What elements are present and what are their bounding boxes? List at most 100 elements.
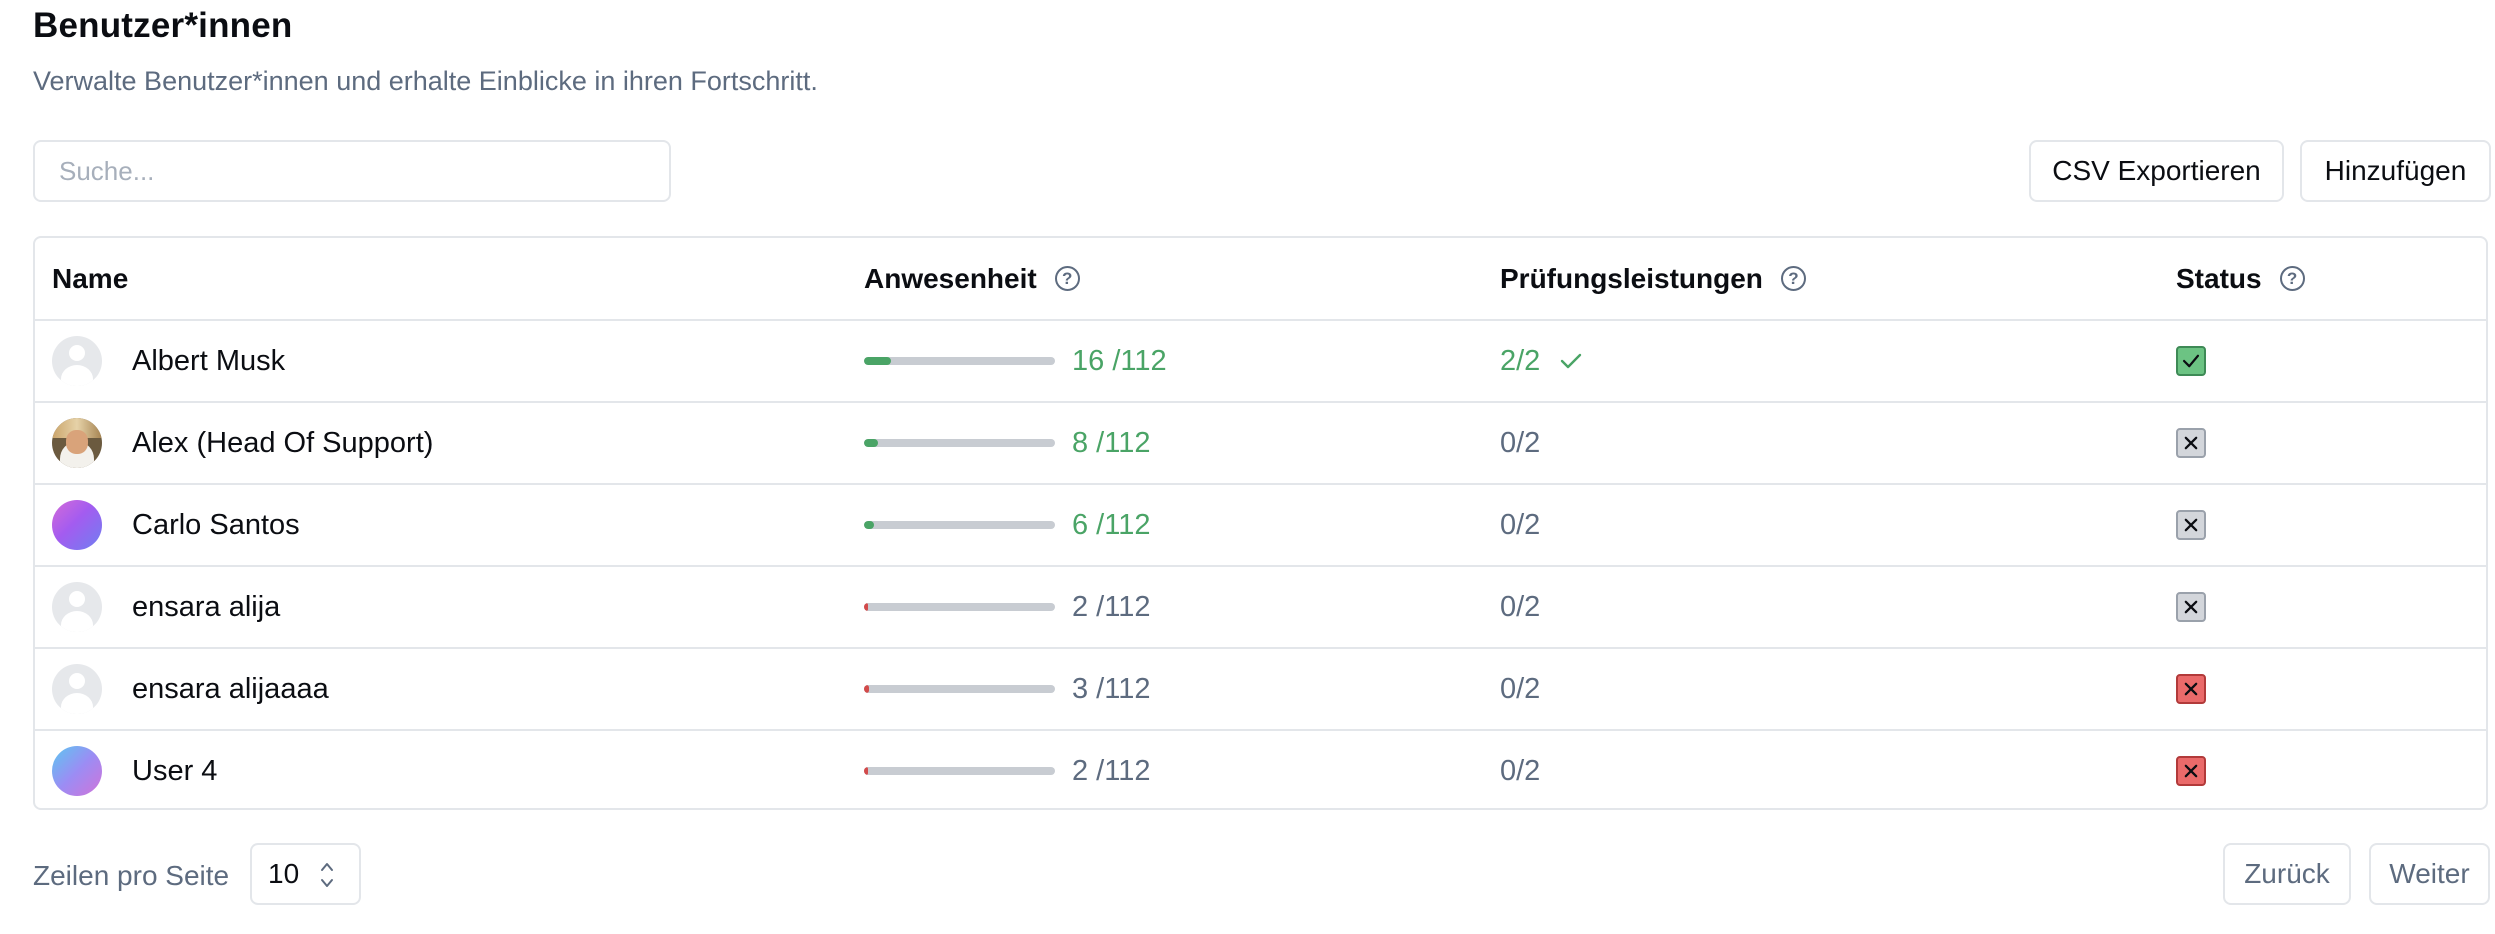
attendance-count: 16 /112 <box>1072 344 1167 377</box>
status-cell <box>2176 567 2206 647</box>
attendance-cell: 2 /112 <box>864 731 1150 808</box>
attendance-progress-fill <box>864 603 868 611</box>
x-icon <box>2184 682 2198 696</box>
attendance-count: 8 /112 <box>1072 426 1151 459</box>
avatar <box>52 746 102 796</box>
status-cell <box>2176 649 2206 729</box>
table-row[interactable]: Albert Musk 16 /112 2/2 <box>35 319 2486 401</box>
avatar <box>52 664 102 714</box>
name-cell: User 4 <box>52 731 217 808</box>
table-row[interactable]: Alex (Head Of Support) 8 /112 0/2 <box>35 401 2486 483</box>
attendance-progress-fill <box>864 439 878 447</box>
status-checkbox[interactable] <box>2176 428 2206 458</box>
user-name[interactable]: Albert Musk <box>132 345 285 378</box>
attendance-progress-bar <box>864 439 1055 447</box>
table-row[interactable]: ensara alija 2 /112 0/2 <box>35 565 2486 647</box>
attendance-cell: 8 /112 <box>864 403 1150 483</box>
table-row[interactable]: Carlo Santos 6 /112 0/2 <box>35 483 2486 565</box>
page-subtitle: Verwalte Benutzer*innen und erhalte Einb… <box>33 66 818 96</box>
exam-score: 0/2 <box>1500 672 1541 705</box>
status-checkbox[interactable] <box>2176 510 2206 540</box>
page-title: Benutzer*innen <box>33 6 293 45</box>
name-cell: ensara alija <box>52 567 280 647</box>
exam-cell: 0/2 <box>1500 485 1540 565</box>
name-cell: Alex (Head Of Support) <box>52 403 433 483</box>
check-icon <box>2182 354 2200 368</box>
exam-score: 2/2 <box>1500 344 1541 377</box>
exam-score: 0/2 <box>1500 508 1541 541</box>
attendance-count: 3 /112 <box>1072 672 1151 705</box>
attendance-cell: 6 /112 <box>864 485 1150 565</box>
exam-score: 0/2 <box>1500 754 1541 787</box>
table-row[interactable]: User 4 2 /112 0/2 <box>35 729 2486 808</box>
x-icon <box>2184 764 2198 778</box>
status-cell <box>2176 485 2206 565</box>
attendance-progress-fill <box>864 685 870 693</box>
next-page-button[interactable]: Weiter <box>2369 843 2490 905</box>
attendance-progress-fill <box>864 767 868 775</box>
column-header-status[interactable]: Status ? <box>2176 238 2305 319</box>
user-name[interactable]: ensara alijaaaa <box>132 673 329 706</box>
search-input[interactable] <box>33 140 671 202</box>
name-cell: Carlo Santos <box>52 485 300 565</box>
attendance-progress-bar <box>864 357 1055 365</box>
status-checkbox[interactable] <box>2176 674 2206 704</box>
attendance-cell: 2 /112 <box>864 567 1150 647</box>
table-header-row: Name Anwesenheit ? Prüfungsleistungen ? … <box>35 238 2486 319</box>
attendance-cell: 16 /112 <box>864 321 1167 401</box>
name-cell: Albert Musk <box>52 321 285 401</box>
avatar <box>52 500 102 550</box>
attendance-progress-bar <box>864 521 1055 529</box>
help-circle-icon[interactable]: ? <box>1054 266 1080 291</box>
status-checkbox[interactable] <box>2176 346 2206 376</box>
attendance-progress-bar <box>864 685 1055 693</box>
x-icon <box>2184 600 2198 614</box>
column-header-name[interactable]: Name <box>52 238 128 319</box>
user-name[interactable]: ensara alija <box>132 591 280 624</box>
attendance-cell: 3 /112 <box>864 649 1150 729</box>
name-cell: ensara alijaaaa <box>52 649 329 729</box>
help-circle-icon[interactable]: ? <box>1780 266 1806 291</box>
exam-score: 0/2 <box>1500 590 1541 623</box>
user-name[interactable]: Carlo Santos <box>132 509 300 542</box>
exam-score: 0/2 <box>1500 426 1541 459</box>
avatar <box>52 336 102 386</box>
attendance-count: 6 /112 <box>1072 508 1151 541</box>
user-name[interactable]: Alex (Head Of Support) <box>132 427 433 460</box>
status-checkbox[interactable] <box>2176 592 2206 622</box>
column-header-attendance[interactable]: Anwesenheit ? <box>864 238 1080 319</box>
exam-cell: 2/2 <box>1500 321 1584 401</box>
status-cell <box>2176 731 2206 808</box>
chevron-up-down-icon <box>321 863 333 887</box>
rows-per-page-label: Zeilen pro Seite <box>33 860 230 891</box>
attendance-progress-fill <box>864 521 875 529</box>
previous-page-button[interactable]: Zurück <box>2223 843 2351 905</box>
status-cell <box>2176 403 2206 483</box>
avatar <box>52 582 102 632</box>
exam-cell: 0/2 <box>1500 731 1541 808</box>
user-name[interactable]: User 4 <box>132 755 217 788</box>
exam-cell: 0/2 <box>1500 403 1540 483</box>
column-header-exam[interactable]: Prüfungsleistungen ? <box>1500 238 1806 319</box>
exam-cell: 0/2 <box>1500 649 1540 729</box>
exam-cell: 0/2 <box>1500 567 1540 647</box>
avatar <box>52 418 102 468</box>
checkmark-icon <box>1561 353 1582 369</box>
column-header-name-label: Name <box>52 262 129 294</box>
help-circle-icon[interactable]: ? <box>2279 266 2305 291</box>
column-header-attendance-label: Anwesenheit <box>864 262 1037 294</box>
column-header-status-label: Status <box>2176 262 2262 294</box>
x-icon <box>2184 518 2198 532</box>
users-table: Name Anwesenheit ? Prüfungsleistungen ? … <box>33 236 2488 810</box>
attendance-count: 2 /112 <box>1072 590 1151 623</box>
status-checkbox[interactable] <box>2176 756 2206 786</box>
table-row[interactable]: ensara alijaaaa 3 /112 0/2 <box>35 647 2486 729</box>
status-cell <box>2176 321 2206 401</box>
attendance-progress-bar <box>864 603 1055 611</box>
csv-export-button[interactable]: CSV Exportieren <box>2029 140 2284 202</box>
add-user-button[interactable]: Hinzufügen <box>2300 140 2491 202</box>
column-header-exam-label: Prüfungsleistungen <box>1500 262 1763 294</box>
x-icon <box>2184 436 2198 450</box>
users-page: Benutzer*innen Verwalte Benutzer*innen u… <box>0 0 2495 934</box>
rows-per-page-select[interactable]: 10 <box>250 843 361 905</box>
